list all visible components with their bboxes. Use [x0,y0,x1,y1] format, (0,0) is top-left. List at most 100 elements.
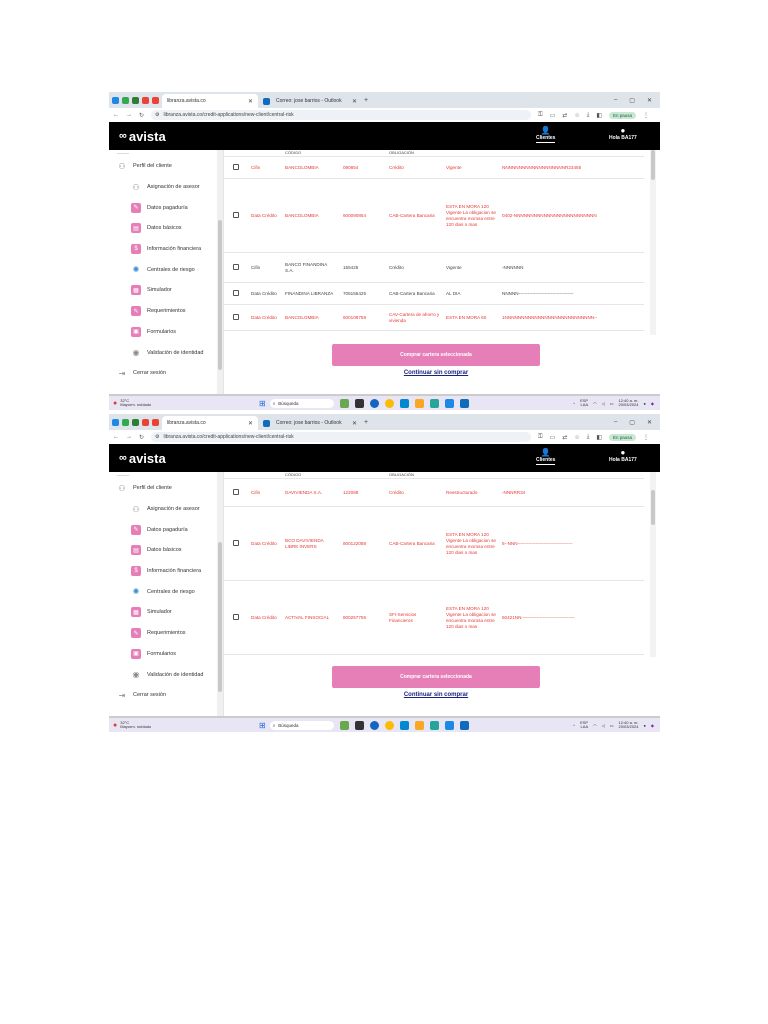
user-menu[interactable]: ● Hola BA177 [609,126,637,141]
sidebar-item-asesor[interactable]: ⚇ Asignación de asesor [109,177,223,198]
sidebar-item-basicos[interactable]: ▤ Datos básicos [109,540,223,561]
close-icon[interactable]: ✕ [248,420,253,427]
sidepanel-icon[interactable]: ◧ [596,112,602,119]
landscape-app-icon[interactable] [339,720,349,730]
battery-icon[interactable]: ▭ [610,401,614,406]
forward-icon[interactable]: → [126,112,132,118]
nav-clientes[interactable]: 👤 Clientes [536,126,556,143]
star-icon[interactable]: ☆ [574,112,579,119]
row-checkbox[interactable] [233,263,239,270]
tab-libranza[interactable]: libranza.avista.co ✕ [162,94,258,108]
chrome-icon[interactable] [384,398,394,408]
sidebar-item-formularios[interactable]: ▣ Formularios [109,322,223,343]
volume-icon[interactable]: ◁ [602,401,605,406]
sidebar-item-financiera[interactable]: $ Información financiera [109,239,223,260]
sidebar-item-logout[interactable]: ⇥ Cerrar sesión [109,363,223,384]
reload-icon[interactable]: ↻ [139,112,144,119]
store-icon[interactable] [429,720,439,730]
scrollbar-thumb[interactable] [218,542,222,692]
scrollbar-thumb[interactable] [218,220,222,370]
new-tab-button[interactable]: + [364,97,368,104]
gmail-icon[interactable] [152,418,159,426]
scrollbar-thumb[interactable] [651,150,655,180]
taskbar-search[interactable]: ⌕ Búsqueda [269,398,334,408]
sidebar-item-perfil[interactable]: ⚇ Perfil del cliente [109,478,223,499]
cast-icon[interactable]: ▭ [550,434,556,441]
weather-widget[interactable]: ● 32°C Mayorm. nublado [109,398,259,408]
row-checkbox[interactable] [233,289,239,296]
sidebar-scrollbar[interactable] [217,472,223,716]
translate-icon[interactable]: ⇄ [562,434,567,441]
chevron-down-icon[interactable] [112,96,119,104]
close-icon[interactable]: ✕ [352,420,357,427]
sidebar-item-requerimientos[interactable]: ✎ Requerimientos [109,301,223,322]
pause-button[interactable]: En pausa [609,111,637,119]
address-bar[interactable]: ⚙ libranza.avista.co/credit-applications… [151,110,532,120]
menu-icon[interactable]: ⋮ [643,112,649,119]
password-icon[interactable]: ⚿ [538,434,543,441]
table-scrollbar[interactable] [650,150,656,335]
site-info-icon[interactable]: ⚙ [155,112,159,118]
folder-icon[interactable] [414,398,424,408]
sidebar-item-basicos[interactable]: ▤ Datos básicos [109,218,223,239]
notification-icon[interactable]: ● [644,401,646,406]
pause-button[interactable]: En pausa [609,433,637,441]
site-info-icon[interactable]: ⚙ [155,434,159,440]
gmail-icon[interactable] [152,96,159,104]
sidebar-item-asesor[interactable]: ⚇ Asignación de asesor [109,499,223,520]
chevron-down-icon[interactable] [112,418,119,426]
chevron-up-icon[interactable]: ^ [573,723,575,728]
close-window-icon[interactable]: ✕ [647,97,652,104]
chrome-icon[interactable] [384,720,394,730]
reload-icon[interactable]: ↻ [139,434,144,441]
address-bar[interactable]: ⚙ libranza.avista.co/credit-applications… [151,432,532,442]
row-checkbox[interactable] [233,313,239,320]
download-icon[interactable]: ⤓ [587,112,590,119]
edge-icon[interactable] [399,398,409,408]
volume-icon[interactable]: ◁ [602,723,605,728]
row-checkbox[interactable] [233,163,239,170]
maximize-icon[interactable]: ▢ [629,419,635,426]
menu-icon[interactable]: ⋮ [643,434,649,441]
translate-icon[interactable]: ⇄ [562,112,567,119]
sidebar-item-centrales[interactable]: ✺ Centrales de riesgo [109,259,223,280]
app-icon[interactable] [444,720,454,730]
sidebar-item-requerimientos[interactable]: ✎ Requerimientos [109,623,223,644]
folder-icon[interactable] [414,720,424,730]
wifi-icon[interactable]: ◠ [593,401,597,406]
edge-icon[interactable] [399,720,409,730]
download-icon[interactable]: ⤓ [587,434,590,441]
star-icon[interactable]: ☆ [574,434,579,441]
chevron-up-icon[interactable]: ^ [573,401,575,406]
back-icon[interactable]: ← [113,434,119,440]
taskbar-search[interactable]: ⌕ Búsqueda [269,720,334,730]
tab-outlook[interactable]: Correo: jose barrios - Outlook ✕ [258,94,362,108]
copilot-tray-icon[interactable]: ◆ [651,401,654,406]
sidebar-item-centrales[interactable]: ✺ Centrales de riesgo [109,581,223,602]
close-icon[interactable]: ✕ [248,98,253,105]
tab-outlook[interactable]: Correo: jose barrios - Outlook ✕ [258,416,362,430]
sidepanel-icon[interactable]: ◧ [596,434,602,441]
avista-logo[interactable]: ∞ avista [119,129,166,144]
store-icon[interactable] [429,398,439,408]
back-icon[interactable]: ← [113,112,119,118]
weather-widget[interactable]: ● 32°C Mayorm. nublado [109,720,259,730]
app-icon[interactable] [444,398,454,408]
gmail-icon[interactable] [142,96,149,104]
minimize-icon[interactable]: – [614,419,617,426]
avista-logo[interactable]: ∞ avista [119,451,166,466]
continue-without-buying-link[interactable]: Continuar sin comprar [332,370,540,376]
battery-icon[interactable]: ▭ [610,723,614,728]
sidebar-item-pagaduria[interactable]: ✎ Datos pagaduría [109,519,223,540]
sidebar-item-formularios[interactable]: ▣ Formularios [109,644,223,665]
continue-without-buying-link[interactable]: Continuar sin comprar [332,692,540,698]
minimize-icon[interactable]: – [614,97,617,104]
app-icon[interactable] [122,418,129,426]
password-icon[interactable]: ⚿ [538,112,543,119]
row-checkbox[interactable] [233,539,239,546]
task-view-icon[interactable] [354,720,364,730]
sidebar-item-perfil[interactable]: ⚇ Perfil del cliente [109,156,223,177]
sidebar-item-identidad[interactable]: ◉ Validación de identidad [109,664,223,685]
task-view-icon[interactable] [354,398,364,408]
sidebar-item-financiera[interactable]: $ Información financiera [109,561,223,582]
